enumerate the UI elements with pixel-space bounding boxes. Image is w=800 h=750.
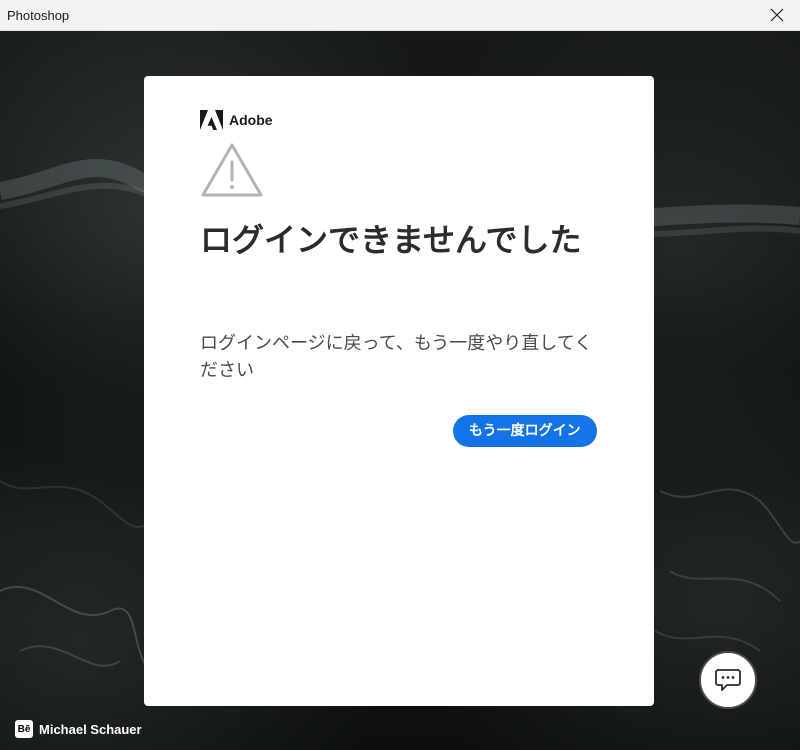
photo-credit-name: Michael Schauer <box>39 721 142 737</box>
warning-triangle-icon <box>201 143 263 197</box>
photoshop-window: Photoshop Adobe ログインできませんでした ログインページに戻って… <box>0 0 800 750</box>
adobe-brand-name: Adobe <box>229 112 273 128</box>
feedback-button[interactable] <box>699 651 757 709</box>
photo-credit[interactable]: Bē Michael Schauer <box>15 720 142 738</box>
close-button[interactable] <box>754 0 800 30</box>
close-icon <box>770 8 784 22</box>
login-error-dialog: Adobe ログインできませんでした ログインページに戻って、もう一度やり直して… <box>144 76 654 706</box>
adobe-brand: Adobe <box>200 110 273 130</box>
error-heading: ログインできませんでした <box>200 221 582 259</box>
chat-bubble-icon <box>715 669 741 691</box>
error-message: ログインページに戻って、もう一度やり直してください <box>200 333 593 381</box>
title-bar: Photoshop <box>0 0 800 31</box>
adobe-logo-icon <box>200 110 223 130</box>
window-title: Photoshop <box>7 8 70 23</box>
retry-login-button[interactable]: もう一度ログイン <box>453 415 597 447</box>
behance-icon: Bē <box>15 720 33 738</box>
